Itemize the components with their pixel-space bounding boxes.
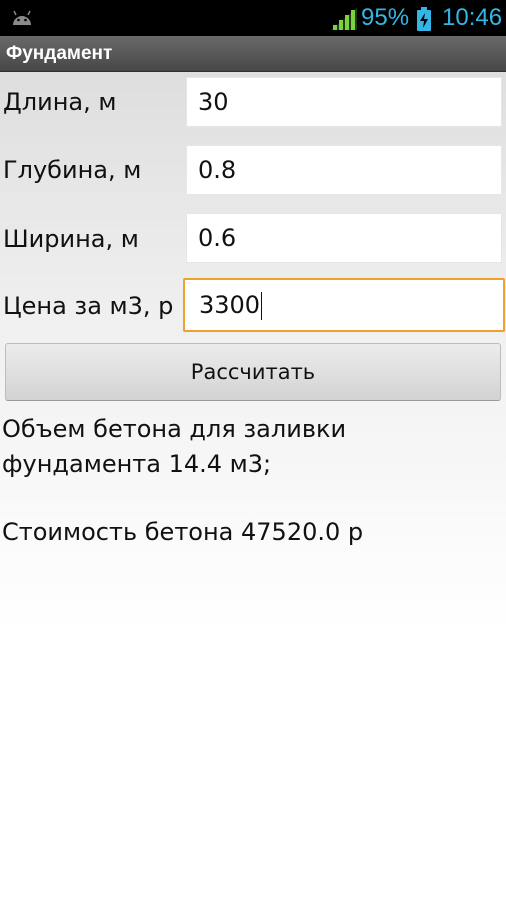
price-input[interactable]: 3300 [183, 278, 505, 332]
width-value: 0.6 [198, 224, 237, 252]
battery-percent: 95% [361, 4, 410, 31]
length-label: Длина, м [3, 88, 117, 116]
length-value: 30 [198, 88, 229, 116]
length-input[interactable]: 30 [186, 77, 502, 127]
android-icon [13, 10, 31, 25]
depth-input[interactable]: 0.8 [186, 145, 502, 195]
app-title: Фундамент [6, 43, 113, 64]
depth-label: Глубина, м [3, 156, 142, 184]
signal-icon [331, 8, 357, 30]
volume-result: Объем бетона для заливки фундамента 14.4… [2, 412, 502, 482]
price-label: Цена за м3, р [3, 292, 174, 320]
volume-result-line2: фундамента 14.4 м3; [2, 450, 272, 478]
status-bar: 95% 10:46 [0, 0, 506, 36]
width-input[interactable]: 0.6 [186, 213, 502, 263]
title-bar: Фундамент [0, 36, 506, 72]
main-content: Длина, м 30 Глубина, м 0.8 Ширина, м 0.6… [0, 72, 506, 900]
depth-value: 0.8 [198, 156, 237, 184]
price-value: 3300 [199, 291, 261, 319]
cost-result: Стоимость бетона 47520.0 р [2, 518, 364, 546]
battery-charging-icon [417, 7, 431, 31]
text-cursor [261, 292, 263, 320]
width-label: Ширина, м [3, 225, 139, 253]
clock: 10:46 [442, 4, 503, 31]
volume-result-line1: Объем бетона для заливки [2, 415, 347, 443]
calculate-button[interactable]: Рассчитать [5, 343, 501, 401]
